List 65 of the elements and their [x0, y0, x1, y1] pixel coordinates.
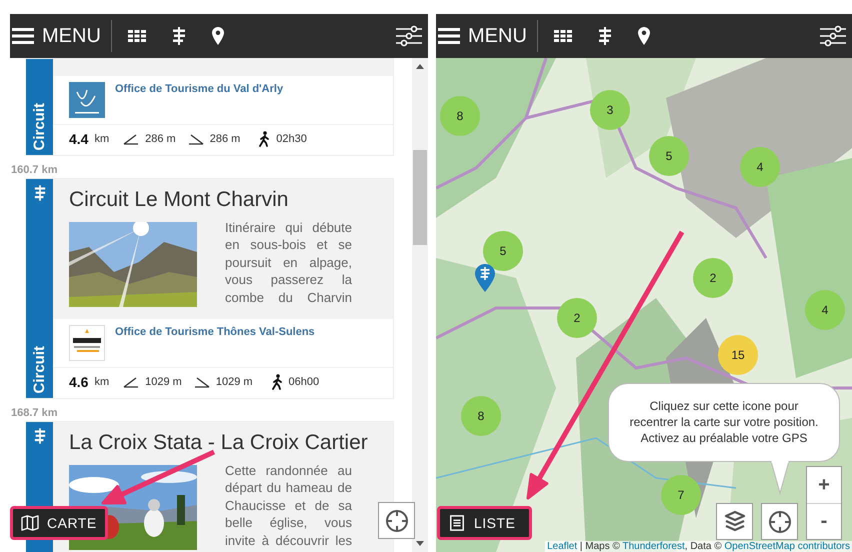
attribution-link[interactable]: Thunderforest	[622, 541, 685, 552]
tooltip-tail	[770, 461, 790, 495]
organisation-link[interactable]: Office de Tourisme du Val d'Arly	[115, 82, 284, 96]
filter-icon[interactable]	[396, 25, 422, 47]
scroll-down-icon[interactable]	[416, 541, 424, 546]
trail-description: Cette randonnée au départ du hameau de Chaucisse et de sa belle église, vous invite à découvrir les	[225, 462, 352, 550]
distance-unit: km	[94, 133, 110, 145]
walker-icon	[258, 131, 270, 147]
logo-icon	[69, 82, 105, 118]
tooltip: Cliquez sur cette icone pour recentrer la carte sur votre position. Activez au préalable votre GPS	[608, 383, 840, 462]
distance-value: 4.4	[69, 131, 88, 147]
map-attribution: Leaflet | Maps © Thunderforest, Data © OpenStreetMap contributors	[545, 541, 852, 552]
descent-icon	[194, 376, 210, 388]
map-icon	[21, 515, 39, 531]
pin-icon[interactable]	[212, 27, 224, 45]
category-label: Circuit	[30, 346, 48, 394]
map-pin-icon[interactable]	[475, 264, 495, 292]
distance-label: 160.7 km	[10, 164, 58, 176]
attribution-link[interactable]: Leaflet	[547, 541, 578, 552]
map-button[interactable]: CARTE	[10, 506, 108, 540]
layers-button[interactable]	[716, 503, 753, 540]
walker-icon	[270, 374, 283, 390]
menu-icon	[438, 27, 460, 45]
signpost-icon[interactable]	[172, 27, 186, 45]
filter-icon[interactable]	[820, 25, 846, 47]
ascent-icon	[123, 376, 140, 388]
menu-icon	[12, 27, 34, 45]
trail-card[interactable]: Circuit Office de Tourisme du Val d'Arly 4.4 km 286 m 286 m 02h30	[26, 58, 394, 156]
distance-label: 168.7 km	[10, 407, 58, 419]
ascent-icon	[123, 133, 140, 145]
list-button[interactable]: LISTE	[437, 506, 532, 540]
trail-description: Itinéraire qui débute en sous-bois et se poursuit en alpage, vous passerez la combe du Charvin	[225, 219, 352, 306]
grid-icon[interactable]	[128, 30, 146, 42]
layers-icon	[722, 510, 746, 534]
ascent-value: 1029 m	[145, 376, 182, 388]
scroll-up-icon[interactable]	[416, 64, 424, 69]
duration-value: 06h00	[288, 376, 320, 388]
distance-unit: km	[94, 376, 110, 388]
signpost-icon	[34, 428, 46, 444]
pin-icon[interactable]	[638, 27, 650, 45]
ascent-value: 286 m	[145, 133, 176, 145]
trail-title: Circuit Le Mont Charvin	[69, 187, 290, 213]
logo-icon	[69, 325, 105, 361]
menu-button[interactable]: MENU	[438, 21, 527, 51]
attribution-link[interactable]: OpenStreetMap contributors	[724, 541, 850, 552]
trail-card[interactable]: Circuit Circuit Le Mont Charvin Itinéraire qui débute en sous-bois et se poursuit en alpage, vous passerez la combe du Charvin Office de Tourisme Thônes Val-Sulens 4.6 km 1029 m 1029 m 06h00	[26, 178, 394, 399]
locate-button[interactable]	[761, 503, 798, 540]
descent-icon	[188, 133, 204, 145]
scrollbar[interactable]	[412, 58, 428, 552]
crosshair-icon	[768, 510, 792, 534]
locate-button[interactable]	[378, 502, 415, 539]
menu-button[interactable]: MENU	[12, 21, 101, 51]
list-icon	[448, 515, 466, 531]
scrollbar-thumb[interactable]	[413, 150, 427, 245]
trail-title: La Croix Stata - La Croix Cartier	[69, 430, 369, 456]
descent-value: 286 m	[210, 133, 240, 145]
descent-value: 1029 m	[216, 376, 253, 388]
organisation-link[interactable]: Office de Tourisme Thônes Val-Sulens	[115, 325, 315, 339]
signpost-icon[interactable]	[598, 27, 612, 45]
signpost-icon	[34, 185, 46, 201]
duration-value: 02h30	[276, 133, 307, 145]
grid-icon[interactable]	[554, 30, 572, 42]
crosshair-icon	[384, 508, 408, 532]
category-label: Circuit	[30, 103, 48, 151]
distance-value: 4.6	[69, 374, 88, 390]
